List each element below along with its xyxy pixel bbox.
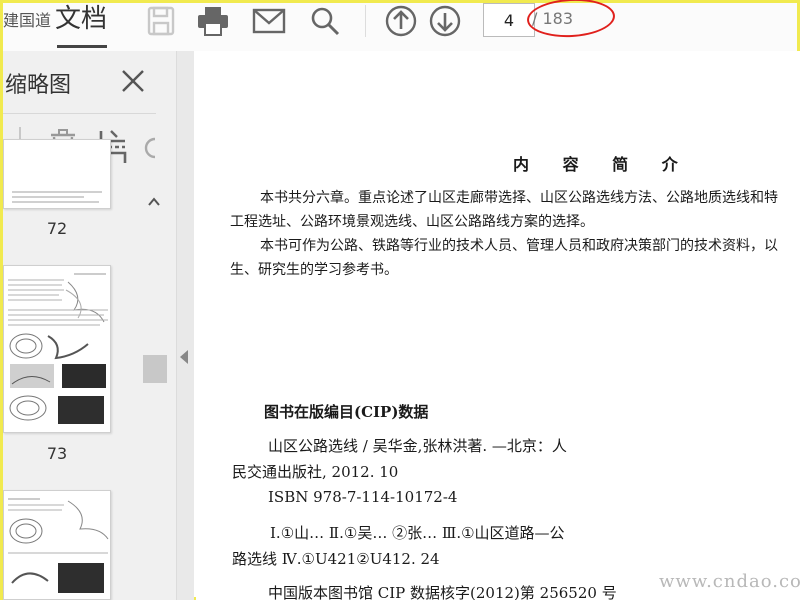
panel-splitter[interactable]	[176, 51, 194, 600]
watermark: www.cndao.com	[659, 571, 800, 592]
thumbnail-page-number: 73	[46, 444, 68, 463]
scroll-up-icon[interactable]	[147, 195, 161, 207]
page-preview	[4, 491, 110, 599]
document-page: 内 容 简 介 本书共分六章。重点论述了山区走廊带选择、山区公路选线方法、公路地…	[196, 51, 800, 600]
intro-line: 工程选址、公路环境景观选线、山区公路路线方案的选择。	[230, 214, 594, 230]
cip-line: Ⅰ.①山… Ⅱ.①吴… ②张… Ⅲ.①山区道路—公	[270, 524, 565, 542]
page-thumbnail[interactable]	[3, 490, 111, 600]
rotate-icon[interactable]	[143, 135, 156, 161]
sidebar-title: 缩略图	[5, 73, 72, 98]
previous-tab-label[interactable]: 建国道	[3, 7, 51, 31]
thumbnail-sidebar: 缩略图 72 73	[3, 51, 176, 600]
print-icon[interactable]	[195, 5, 231, 37]
page-thumbnail[interactable]	[3, 139, 111, 209]
page-thumbnail[interactable]	[3, 265, 111, 433]
previous-page-icon[interactable]	[383, 5, 419, 37]
toolbar: 建国道 文档 / 183	[3, 0, 797, 51]
page-preview	[4, 266, 110, 432]
intro-line: 本书共分六章。重点论述了山区走廊带选择、山区公路选线方法、公路地质选线和特	[260, 190, 778, 206]
cip-line: ISBN 978-7-114-10172-4	[268, 488, 458, 506]
cip-line: 民交通出版社, 2012. 10	[232, 463, 399, 481]
close-icon[interactable]	[119, 67, 147, 95]
scrollbar-thumb[interactable]	[143, 355, 167, 383]
collapse-sidebar-icon[interactable]	[180, 350, 188, 364]
sidebar-divider	[3, 113, 156, 114]
cip-line: 路选线 Ⅳ.①U421②U412. 24	[232, 550, 440, 568]
document-tab-title[interactable]: 文档	[55, 3, 107, 35]
cip-line: 山区公路选线 / 吴华金,张林洪著. —北京：人	[268, 437, 567, 455]
toolbar-divider	[365, 5, 366, 37]
annotation-ellipse	[526, 0, 616, 40]
next-page-icon[interactable]	[427, 5, 463, 37]
section-heading: 内 容 简 介	[513, 155, 692, 174]
cip-title: 图书在版编目(CIP)数据	[264, 403, 429, 421]
active-tab-indicator	[57, 45, 107, 48]
intro-line: 本书可作为公路、铁路等行业的技术人员、管理人员和政府决策部门的技术资料，以	[260, 238, 778, 254]
thumbnail-page-number: 72	[46, 219, 68, 238]
thumbnail-scrollbar[interactable]	[140, 187, 167, 600]
mail-icon[interactable]	[251, 5, 287, 37]
page-preview	[4, 140, 110, 208]
search-icon[interactable]	[307, 5, 343, 37]
intro-line: 生、研究生的学习参考书。	[230, 262, 398, 278]
save-icon[interactable]	[143, 5, 179, 37]
cip-line: 中国版本图书馆 CIP 数据核字(2012)第 256520 号	[268, 584, 617, 600]
